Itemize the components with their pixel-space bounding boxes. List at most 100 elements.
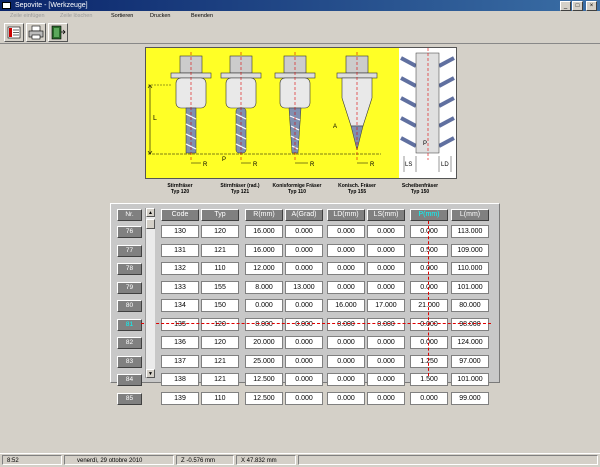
table-cell-p-mm[interactable]: 0.000 xyxy=(410,336,448,349)
table-cell-a-grad[interactable]: 0.000 xyxy=(285,262,323,275)
row-number[interactable]: 83 xyxy=(117,355,142,368)
table-cell-a-grad[interactable]: 0.000 xyxy=(285,243,323,257)
table-cell-l-mm[interactable]: 110.000 xyxy=(451,262,489,275)
table-cell-ld-mm[interactable]: 0.000 xyxy=(327,225,365,238)
table-cell-code[interactable]: 131 xyxy=(161,243,199,257)
column-header-r-mm[interactable]: R(mm) xyxy=(245,209,283,221)
table-cell-ls-mm[interactable]: 17.000 xyxy=(367,299,405,312)
table-cell-code[interactable]: 137 xyxy=(161,354,199,368)
table-cell-code[interactable]: 132 xyxy=(161,262,199,275)
table-cell-a-grad[interactable]: 0.000 xyxy=(285,391,323,405)
menu-delete-row[interactable]: Zeile löschen xyxy=(60,13,92,19)
table-cell-r-mm[interactable]: 25.000 xyxy=(245,354,283,368)
maximize-button[interactable]: □ xyxy=(572,1,583,11)
table-cell-a-grad[interactable]: 0.000 xyxy=(285,336,323,349)
table-cell-typ[interactable]: 110 xyxy=(201,391,239,405)
table-cell-p-mm[interactable]: 0.000 xyxy=(410,391,448,405)
table-cell-p-mm[interactable]: 0.000 xyxy=(410,317,448,331)
table-cell-l-mm[interactable]: 80.000 xyxy=(451,299,489,312)
menu-print[interactable]: Drucken xyxy=(150,13,170,19)
table-cell-ld-mm[interactable]: 0.000 xyxy=(327,391,365,405)
table-cell-l-mm[interactable]: 124.000 xyxy=(451,336,489,349)
table-cell-a-grad[interactable]: 0.000 xyxy=(285,225,323,238)
table-cell-ls-mm[interactable]: 0.000 xyxy=(367,354,405,368)
table-cell-a-grad[interactable]: 0.000 xyxy=(285,299,323,312)
table-cell-l-mm[interactable]: 99.000 xyxy=(451,391,489,405)
table-cell-ls-mm[interactable]: 0.000 xyxy=(367,317,405,331)
table-cell-l-mm[interactable]: 101.000 xyxy=(451,280,489,294)
table-cell-ld-mm[interactable]: 16.000 xyxy=(327,299,365,312)
table-cell-l-mm[interactable]: 101.000 xyxy=(451,373,489,386)
table-cell-a-grad[interactable]: 13.000 xyxy=(285,280,323,294)
scroll-down-arrow[interactable]: ▼ xyxy=(146,369,155,378)
table-cell-code[interactable]: 134 xyxy=(161,299,199,312)
column-header-nr[interactable]: Nr. xyxy=(117,209,142,221)
exit-button[interactable] xyxy=(48,23,68,42)
table-cell-a-grad[interactable]: 0.000 xyxy=(285,373,323,386)
table-cell-r-mm[interactable]: 20.000 xyxy=(245,336,283,349)
table-cell-ls-mm[interactable]: 0.000 xyxy=(367,373,405,386)
minimize-button[interactable]: _ xyxy=(560,1,571,11)
row-number[interactable]: 80 xyxy=(117,300,142,312)
column-header-ld-mm[interactable]: LD(mm) xyxy=(327,209,365,221)
table-cell-code[interactable]: 133 xyxy=(161,280,199,294)
table-cell-ld-mm[interactable]: 0.000 xyxy=(327,262,365,275)
table-cell-typ[interactable]: 120 xyxy=(201,336,239,349)
table-cell-r-mm[interactable]: 16.000 xyxy=(245,243,283,257)
table-cell-code[interactable]: 139 xyxy=(161,391,199,405)
column-header-typ[interactable]: Typ xyxy=(201,209,239,221)
table-cell-a-grad[interactable]: 0.000 xyxy=(285,354,323,368)
column-header-a-grad[interactable]: A(Grad) xyxy=(285,209,323,221)
menu-sort[interactable]: Sortieren xyxy=(111,13,133,19)
row-number[interactable]: 84 xyxy=(117,374,142,386)
table-cell-p-mm[interactable]: 1.250 xyxy=(410,354,448,368)
table-cell-ls-mm[interactable]: 0.000 xyxy=(367,262,405,275)
row-number[interactable]: 78 xyxy=(117,263,142,275)
table-cell-p-mm[interactable]: 21.000 xyxy=(410,299,448,312)
table-cell-p-mm[interactable]: 0.000 xyxy=(410,262,448,275)
table-cell-ld-mm[interactable]: 0.000 xyxy=(327,317,365,331)
column-header-code[interactable]: Code xyxy=(161,209,199,221)
table-cell-typ[interactable]: 121 xyxy=(201,243,239,257)
table-cell-code[interactable]: 130 xyxy=(161,225,199,238)
table-cell-r-mm[interactable]: 8.000 xyxy=(245,280,283,294)
table-cell-l-mm[interactable]: 113.000 xyxy=(451,225,489,238)
table-cell-typ[interactable]: 120 xyxy=(201,225,239,238)
table-cell-typ[interactable]: 155 xyxy=(201,280,239,294)
table-cell-ls-mm[interactable]: 0.000 xyxy=(367,336,405,349)
table-cell-typ[interactable]: 121 xyxy=(201,354,239,368)
menu-insert-row[interactable]: Zeile einfügen xyxy=(10,13,45,19)
row-number[interactable]: 77 xyxy=(117,244,142,257)
table-cell-ld-mm[interactable]: 0.000 xyxy=(327,354,365,368)
list-button[interactable] xyxy=(4,23,24,42)
table-cell-ls-mm[interactable]: 0.000 xyxy=(367,280,405,294)
table-cell-typ[interactable]: 120 xyxy=(201,317,239,331)
table-cell-r-mm[interactable]: 12.500 xyxy=(245,391,283,405)
table-cell-ld-mm[interactable]: 0.000 xyxy=(327,280,365,294)
table-cell-p-mm[interactable]: 1.500 xyxy=(410,373,448,386)
scroll-thumb[interactable] xyxy=(146,219,155,229)
row-number[interactable]: 82 xyxy=(117,337,142,349)
table-cell-typ[interactable]: 121 xyxy=(201,373,239,386)
table-cell-p-mm[interactable]: 0.000 xyxy=(410,225,448,238)
table-cell-r-mm[interactable]: 12.000 xyxy=(245,262,283,275)
table-cell-code[interactable]: 135 xyxy=(161,317,199,331)
print-button[interactable] xyxy=(26,23,46,42)
table-cell-l-mm[interactable]: 98.000 xyxy=(451,317,489,331)
vertical-scrollbar[interactable]: ▲ ▼ xyxy=(145,208,155,378)
table-cell-l-mm[interactable]: 97.000 xyxy=(451,354,489,368)
table-cell-typ[interactable]: 150 xyxy=(201,299,239,312)
table-cell-a-grad[interactable]: 0.000 xyxy=(285,317,323,331)
scroll-up-arrow[interactable]: ▲ xyxy=(146,208,155,217)
column-header-ls-mm[interactable]: LS(mm) xyxy=(367,209,405,221)
column-header-p-mm[interactable]: P(mm) xyxy=(410,209,448,221)
close-button[interactable]: × xyxy=(586,1,597,11)
table-cell-ls-mm[interactable]: 0.000 xyxy=(367,243,405,257)
row-number[interactable]: 79 xyxy=(117,281,142,294)
table-cell-ls-mm[interactable]: 0.000 xyxy=(367,225,405,238)
table-cell-p-mm[interactable]: 0.000 xyxy=(410,280,448,294)
table-cell-r-mm[interactable]: 8.000 xyxy=(245,317,283,331)
row-number[interactable]: 81 xyxy=(117,318,142,331)
table-cell-code[interactable]: 136 xyxy=(161,336,199,349)
table-cell-p-mm[interactable]: 0.500 xyxy=(410,243,448,257)
